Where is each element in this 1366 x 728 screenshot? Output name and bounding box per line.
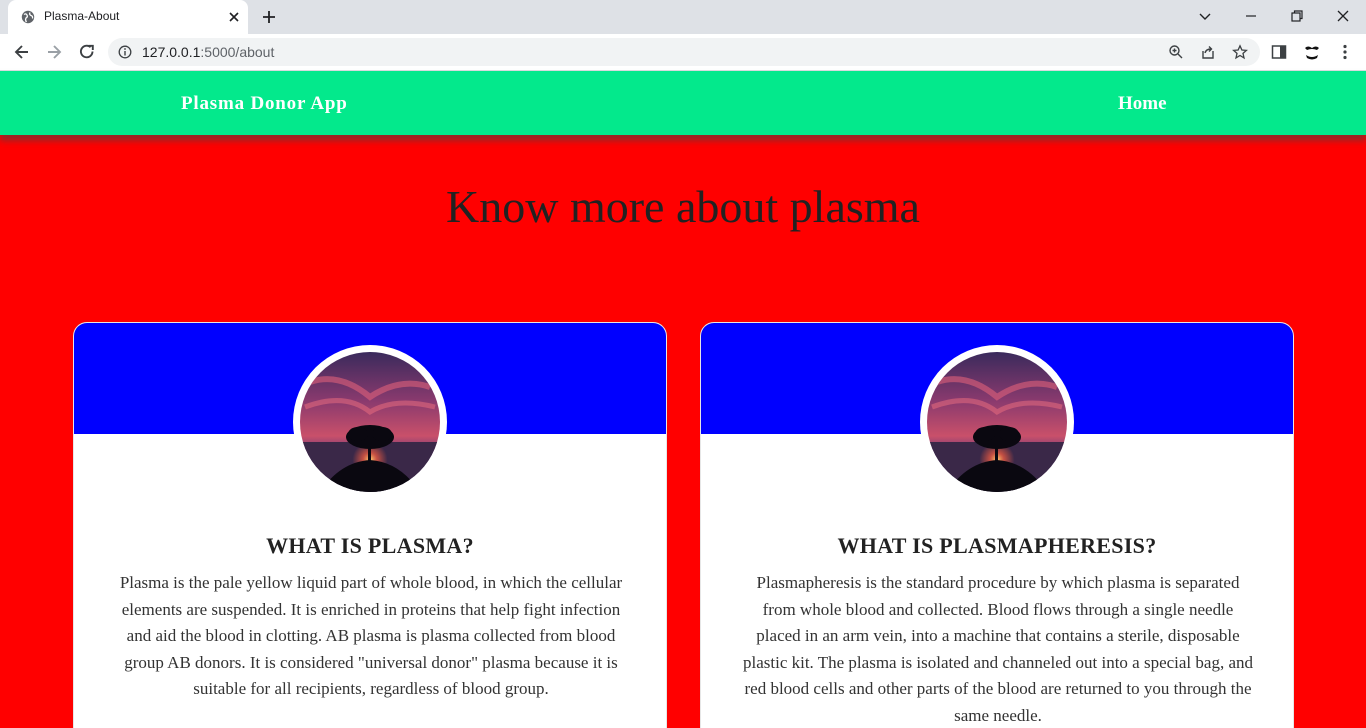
- browser-tab-bar: Plasma-About: [0, 0, 1366, 34]
- nav-home-link[interactable]: Home: [1118, 93, 1167, 115]
- url-text: 127.0.0.1:5000/about: [142, 44, 274, 60]
- card-text: Plasmapheresis is the standard procedure…: [742, 573, 1254, 725]
- browser-toolbar: 127.0.0.1:5000/about: [0, 34, 1366, 71]
- reload-icon[interactable]: [77, 42, 97, 62]
- profile-icon[interactable]: [1302, 42, 1322, 62]
- brand-logo-text[interactable]: Plasma Donor App: [181, 93, 348, 115]
- card-avatar: [920, 345, 1074, 499]
- plus-icon[interactable]: [260, 8, 278, 26]
- url-host: 127.0.0.1: [142, 44, 201, 60]
- card-heading: WHAT IS PLASMAPHERESIS?: [837, 533, 1157, 558]
- card-avatar: [293, 345, 447, 499]
- kebab-menu-icon[interactable]: [1336, 43, 1354, 61]
- back-arrow-icon[interactable]: [12, 42, 32, 62]
- app-navbar: Plasma Donor App Home: [0, 71, 1366, 135]
- close-window-icon[interactable]: [1333, 6, 1353, 26]
- chevron-down-icon[interactable]: [1195, 6, 1215, 26]
- address-bar[interactable]: 127.0.0.1:5000/about: [108, 38, 1260, 66]
- info-card-plasma: WHAT IS PLASMA? Plasma is the pale yello…: [73, 322, 667, 728]
- forward-arrow-icon[interactable]: [44, 42, 64, 62]
- restore-icon[interactable]: [1287, 6, 1307, 26]
- tree-sunset-image: [300, 352, 440, 492]
- tab-title: Plasma-About: [44, 9, 120, 23]
- minimize-icon[interactable]: [1241, 6, 1261, 26]
- url-path: :5000/about: [200, 44, 275, 60]
- close-icon[interactable]: [226, 9, 242, 25]
- card-heading: WHAT IS PLASMA?: [266, 533, 474, 558]
- info-icon[interactable]: [118, 45, 132, 59]
- star-icon[interactable]: [1232, 44, 1248, 60]
- share-icon[interactable]: [1200, 44, 1216, 60]
- browser-tab[interactable]: Plasma-About: [8, 0, 248, 34]
- zoom-icon[interactable]: [1168, 44, 1184, 60]
- globe-icon: [21, 10, 35, 24]
- info-card-plasmapheresis: WHAT IS PLASMAPHERESIS? Plasmapheresis i…: [700, 322, 1294, 728]
- side-panel-icon[interactable]: [1270, 43, 1288, 61]
- card-text: Plasma is the pale yellow liquid part of…: [119, 573, 623, 698]
- page-title: Know more about plasma: [446, 181, 920, 232]
- tree-sunset-image: [927, 352, 1067, 492]
